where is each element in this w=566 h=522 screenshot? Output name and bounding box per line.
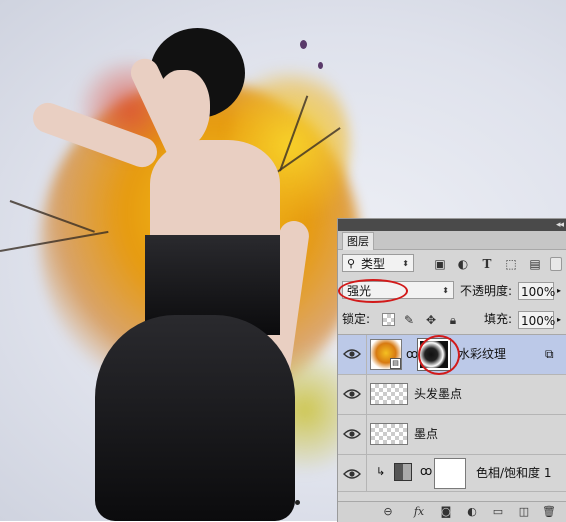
visibility-cell[interactable] (338, 455, 367, 491)
clipping-arrow-icon: ↳ (376, 465, 386, 478)
visibility-cell[interactable] (338, 415, 367, 454)
new-group-folder-icon[interactable]: ▭ (490, 504, 506, 520)
add-mask-icon[interactable]: ◙ (438, 504, 454, 520)
tab-layers[interactable]: 图层 (342, 232, 374, 250)
layer-row-hue-saturation[interactable]: ↳ ꝏ 色相/饱和度 1 (338, 455, 566, 492)
filter-type-label: 类型 (361, 257, 386, 271)
filter-type-dropdown[interactable]: ⚲ 类型 ⬍ (342, 254, 414, 272)
adjustment-layer-icon[interactable] (394, 463, 412, 481)
neck-shoulders (150, 140, 280, 250)
collapse-arrows-icon[interactable]: ◂◂ (556, 219, 564, 231)
new-layer-icon[interactable]: ◫ (516, 504, 532, 520)
adjustment-filter-icon[interactable]: ◐ (456, 257, 470, 271)
trash-icon[interactable]: 🗑︎ (542, 504, 556, 520)
layer-name[interactable]: 水彩纹理 (458, 335, 506, 374)
updown-arrow-icon: ⬍ (402, 259, 409, 268)
visibility-cell[interactable] (338, 335, 367, 374)
text-filter-icon[interactable]: T (480, 257, 494, 271)
chain-link-icon[interactable]: ꝏ (420, 464, 432, 478)
search-icon: ⚲ (347, 257, 356, 270)
lock-pixels-icon[interactable]: ✎ (402, 313, 416, 327)
updown-arrow-icon: ⬍ (442, 286, 449, 295)
annotation-circle-mask (418, 335, 460, 375)
eye-icon[interactable] (343, 467, 361, 481)
smart-object-indicator-icon: ⧉ (545, 347, 554, 361)
smart-object-badge-icon: ▤ (390, 358, 401, 369)
ink-drop (318, 62, 323, 69)
lock-all-icon[interactable]: 🔒︎ (446, 313, 460, 327)
layer-row-hair-ink[interactable]: 头发墨点 (338, 375, 566, 415)
layer-row-ink[interactable]: 墨点 (338, 415, 566, 455)
opacity-value: 100% (521, 285, 556, 299)
fill-dropdown-arrow-icon[interactable]: ▸ (557, 315, 561, 324)
ink-drop (295, 500, 300, 505)
fill-label: 填充: (484, 312, 513, 326)
panel-header-strip: ◂◂ (338, 219, 566, 231)
chain-link-icon[interactable]: ꝏ (406, 347, 418, 361)
shape-filter-icon[interactable]: ⬚ (504, 257, 518, 271)
layer-name[interactable]: 墨点 (414, 415, 438, 454)
lock-row: 锁定: ✎ ✥ 🔒︎ 填充: 100% ▸ (338, 309, 566, 331)
layer-name[interactable]: 色相/饱和度 1 (476, 455, 552, 491)
lock-label: 锁定: (342, 312, 371, 326)
opacity-input[interactable]: 100% (518, 282, 556, 300)
layer-name[interactable]: 头发墨点 (414, 375, 462, 414)
black-skirt (95, 315, 295, 521)
lock-position-icon[interactable]: ✥ (424, 313, 438, 327)
opacity-label: 不透明度: (460, 284, 513, 298)
layers-panel: ◂◂ 图层 ⚲ 类型 ⬍ ▣ ◐ T ⬚ ▤ 强光 ⬍ 不透明度: 100% ▸… (337, 218, 566, 522)
eye-icon[interactable] (343, 347, 361, 361)
lock-transparent-icon[interactable] (382, 313, 395, 326)
fx-button[interactable]: fx (410, 504, 428, 520)
image-filter-icon[interactable]: ▣ (433, 257, 447, 271)
layers-footer-toolbar: ⊖ fx ◙ ◐ ▭ ◫ 🗑︎ (338, 501, 566, 522)
smart-object-filter-icon[interactable]: ▤ (528, 257, 542, 271)
new-adjustment-icon[interactable]: ◐ (464, 504, 480, 520)
layer-mask-thumbnail[interactable] (434, 458, 466, 489)
opacity-dropdown-arrow-icon[interactable]: ▸ (557, 286, 561, 295)
layer-thumbnail[interactable] (370, 383, 408, 405)
filter-row: ⚲ 类型 ⬍ ▣ ◐ T ⬚ ▤ (338, 252, 566, 274)
filter-toggle-icon[interactable] (550, 257, 562, 271)
fill-input[interactable]: 100% (518, 311, 556, 329)
annotation-circle-blend (338, 279, 408, 303)
ink-drop (300, 40, 307, 49)
layer-thumbnail[interactable] (370, 423, 408, 445)
eye-icon[interactable] (343, 387, 361, 401)
panel-tab-bar: 图层 (338, 231, 566, 250)
visibility-cell[interactable] (338, 375, 367, 414)
layer-thumbnail[interactable]: ▤ (370, 339, 402, 370)
link-layers-icon[interactable]: ⊖ (380, 504, 396, 520)
eye-icon[interactable] (343, 427, 361, 441)
fill-value: 100% (521, 314, 556, 328)
